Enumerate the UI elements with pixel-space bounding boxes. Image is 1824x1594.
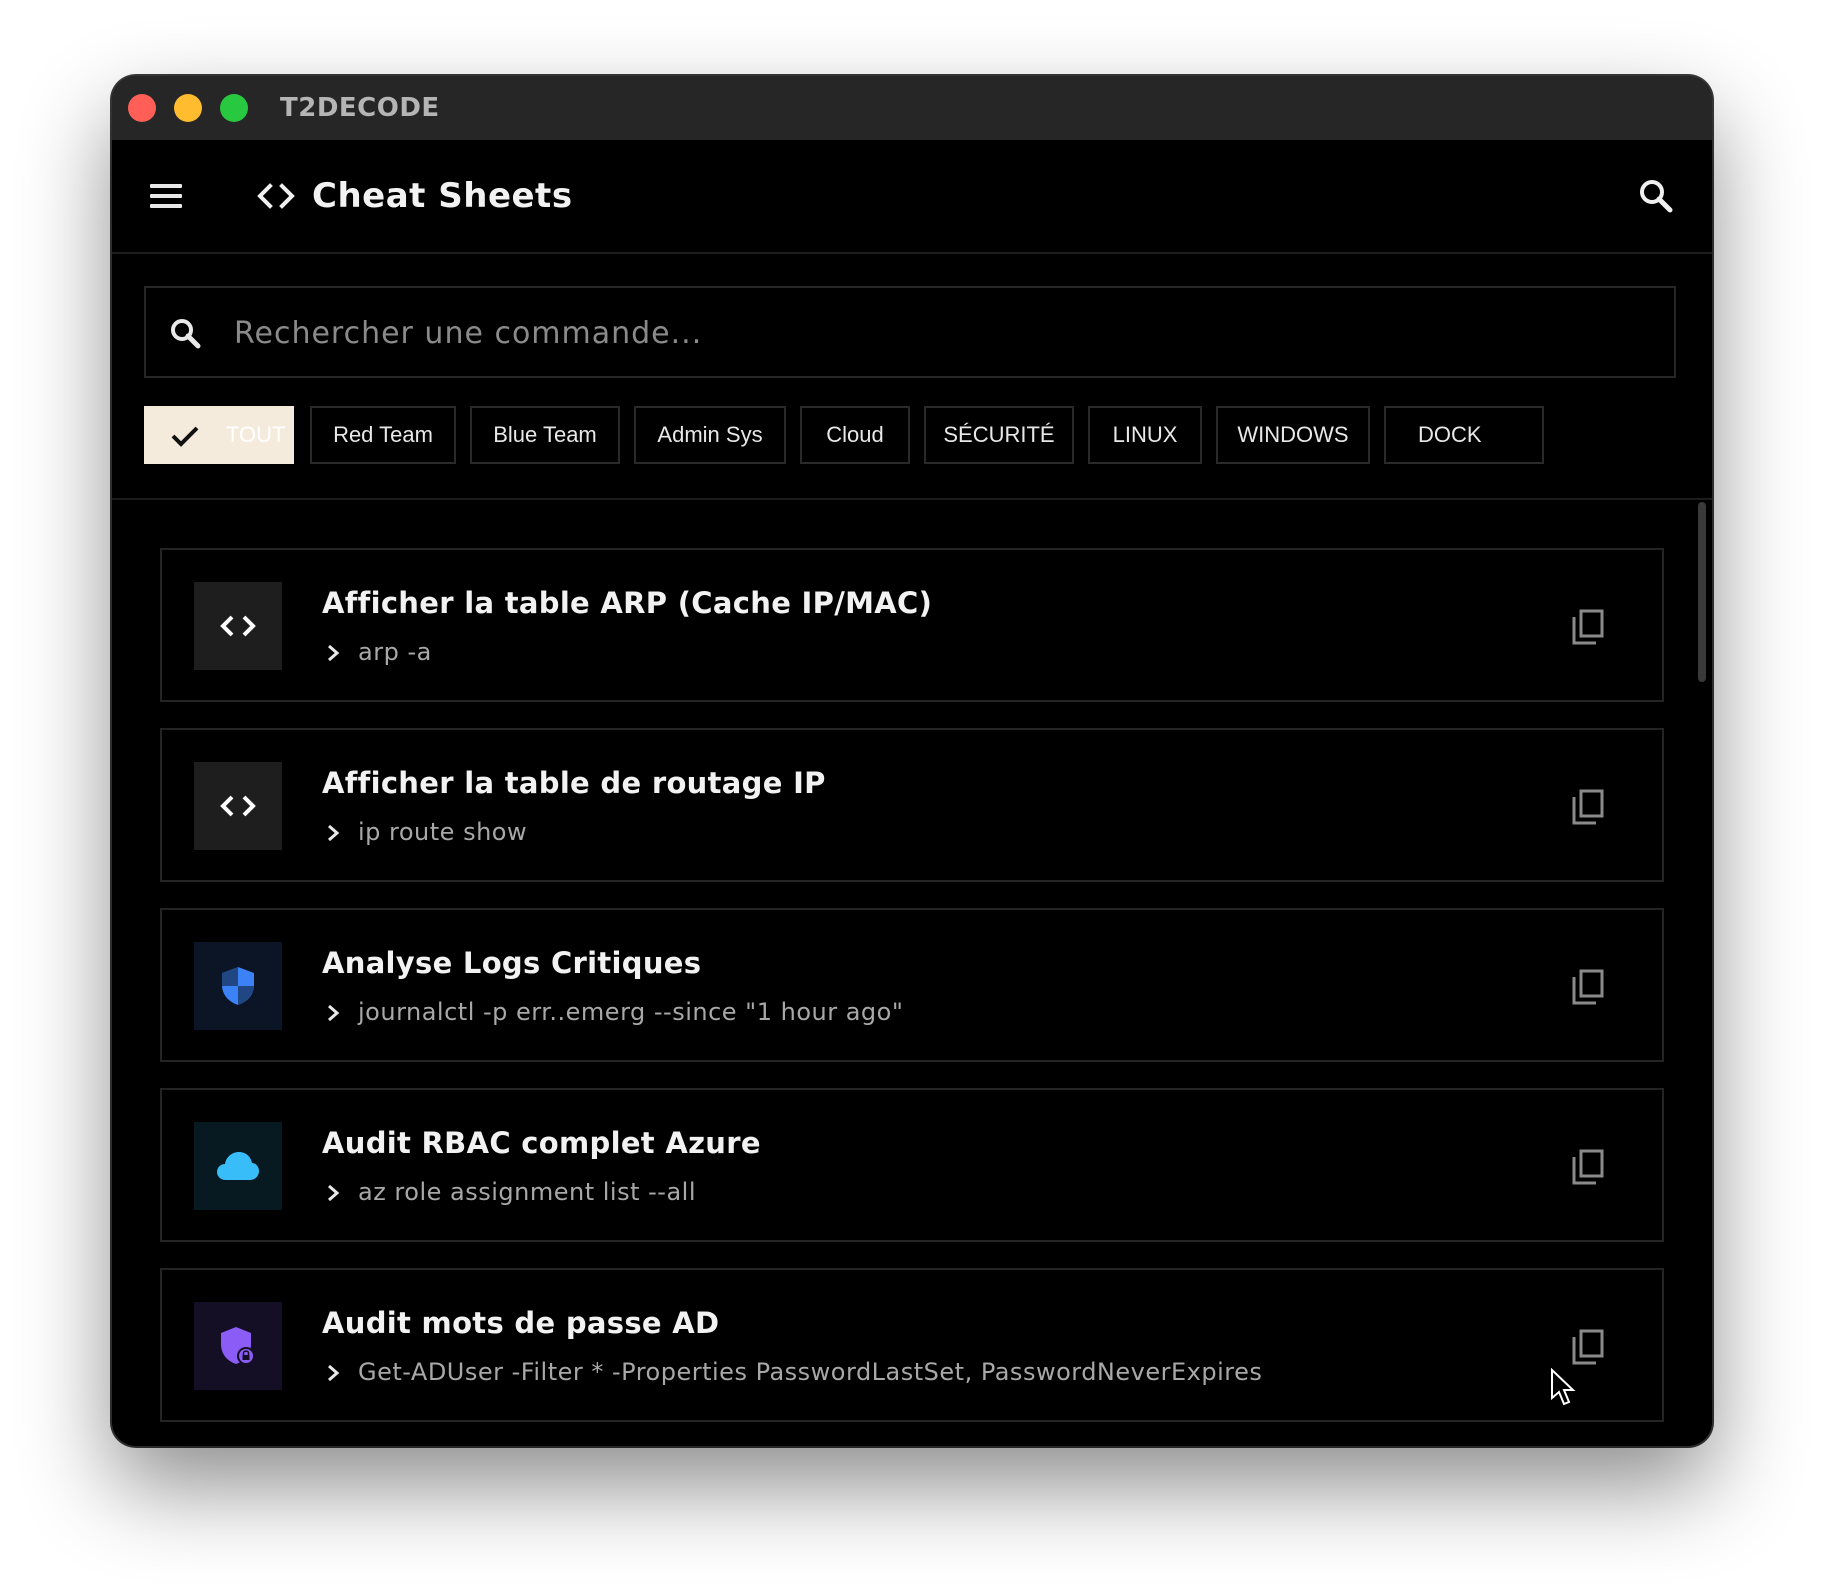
- code-icon: [257, 183, 295, 209]
- command-title: Afficher la table de routage IP: [322, 766, 826, 800]
- window-title: T2DECODE: [280, 93, 440, 123]
- filter-chip-tout[interactable]: TOUT: [144, 406, 294, 464]
- filter-chip-blue-team[interactable]: Blue Team: [470, 406, 620, 464]
- command-text: Get-ADUser -Filter * -Properties Passwor…: [358, 1358, 1263, 1386]
- shield-icon: [194, 942, 282, 1030]
- command-title: Analyse Logs Critiques: [322, 946, 702, 980]
- filter-chip-securite[interactable]: SÉCURITÉ: [924, 406, 1074, 464]
- command-text: ip route show: [358, 818, 528, 846]
- filter-chip-label: TOUT: [226, 422, 286, 447]
- chevron-right-icon: [328, 1364, 340, 1382]
- divider: [112, 498, 1712, 500]
- command-card[interactable]: Audit mots de passe AD Get-ADUser -Filte…: [160, 1268, 1664, 1422]
- command-card[interactable]: Afficher la table ARP (Cache IP/MAC) arp…: [160, 548, 1664, 702]
- copy-icon[interactable]: [1570, 608, 1606, 646]
- code-icon: [194, 582, 282, 670]
- scrollbar-thumb[interactable]: [1698, 502, 1706, 682]
- copy-icon[interactable]: [1570, 1328, 1606, 1366]
- command-text: journalctl -p err..emerg --since "1 hour…: [358, 998, 904, 1026]
- filter-chip-linux[interactable]: LINUX: [1088, 406, 1202, 464]
- search-icon: [171, 319, 201, 349]
- command-text: arp -a: [358, 638, 432, 666]
- copy-icon[interactable]: [1570, 788, 1606, 826]
- page-title: Cheat Sheets: [312, 176, 573, 216]
- command-card[interactable]: Audit RBAC complet Azure az role assignm…: [160, 1088, 1664, 1242]
- filter-chip-docker[interactable]: DOCK: [1384, 406, 1544, 464]
- search-field[interactable]: [144, 286, 1676, 378]
- chevron-right-icon: [328, 1004, 340, 1022]
- app-bar: Cheat Sheets: [112, 140, 1712, 254]
- command-title: Audit mots de passe AD: [322, 1306, 720, 1340]
- close-window-button[interactable]: [128, 94, 156, 122]
- filter-chip-red-team[interactable]: Red Team: [310, 406, 456, 464]
- filter-chip-cloud[interactable]: Cloud: [800, 406, 910, 464]
- search-icon[interactable]: [1636, 176, 1676, 216]
- cloud-icon: [194, 1122, 282, 1210]
- command-title: Afficher la table ARP (Cache IP/MAC): [322, 586, 933, 620]
- command-card[interactable]: Analyse Logs Critiques journalctl -p err…: [160, 908, 1664, 1062]
- filter-chip-admin-sys[interactable]: Admin Sys: [634, 406, 786, 464]
- chevron-right-icon: [328, 644, 340, 662]
- mouse-cursor-icon: [1551, 1368, 1576, 1406]
- check-icon: [171, 426, 199, 447]
- search-input[interactable]: [232, 288, 1656, 378]
- filter-chip-windows[interactable]: WINDOWS: [1216, 406, 1370, 464]
- minimize-window-button[interactable]: [174, 94, 202, 122]
- maximize-window-button[interactable]: [220, 94, 248, 122]
- command-title: Audit RBAC complet Azure: [322, 1126, 761, 1160]
- app-window: T2DECODE Cheat Sheets TOUT Red Team: [112, 76, 1712, 1446]
- title-bar: T2DECODE: [112, 76, 1712, 140]
- command-card[interactable]: Afficher la table de routage IP ip route…: [160, 728, 1664, 882]
- code-icon: [194, 762, 282, 850]
- chevron-right-icon: [328, 1184, 340, 1202]
- shield-lock-icon: [194, 1302, 282, 1390]
- chevron-right-icon: [328, 824, 340, 842]
- copy-icon[interactable]: [1570, 1148, 1606, 1186]
- copy-icon[interactable]: [1570, 968, 1606, 1006]
- filter-chips: TOUT Red Team Blue Team Admin Sys Cloud …: [144, 406, 1676, 468]
- menu-icon[interactable]: [150, 178, 184, 214]
- command-text: az role assignment list --all: [358, 1178, 696, 1206]
